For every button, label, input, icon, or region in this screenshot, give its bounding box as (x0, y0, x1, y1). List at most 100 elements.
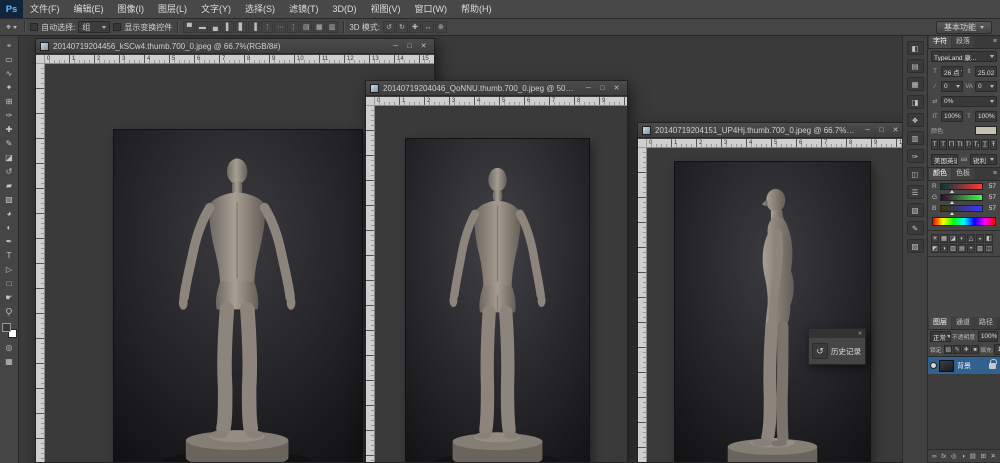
properties-panel-icon[interactable]: ◨ (907, 95, 924, 109)
character-style-button[interactable]: Tt (956, 139, 963, 150)
align-bottom-edges-icon[interactable]: ▄ (209, 21, 221, 33)
tab-paths[interactable]: 路径 (975, 317, 997, 329)
eraser-tool[interactable]: ▰ (2, 179, 16, 192)
adjustment-layer-icon[interactable]: ◑ (961, 453, 965, 460)
panel-menu-icon[interactable]: ≡ (991, 36, 999, 48)
hand-tool[interactable]: ☛ (2, 291, 16, 304)
rectangular-marquee-tool[interactable]: ▭ (2, 53, 16, 66)
layer-group-icon[interactable]: ▤ (970, 452, 976, 460)
history-panel-button[interactable]: ↺ 历史记录 (809, 338, 865, 364)
invert-icon[interactable]: ◓ (967, 244, 975, 253)
distribute-left-edges-icon[interactable]: ▤ (300, 21, 312, 33)
minimize-button[interactable]: ─ (582, 83, 595, 94)
character-style-button[interactable]: T (939, 139, 946, 150)
layer-row-background[interactable]: 背景 (928, 357, 1000, 374)
lock-all-icon[interactable]: ■ (971, 345, 979, 354)
lock-position-icon[interactable]: ✚ (962, 345, 970, 354)
fill-field[interactable]: 100% (994, 344, 1000, 355)
3d-roll-icon[interactable]: ↻ (396, 21, 408, 33)
tab-swatches[interactable]: 色板 (952, 168, 974, 180)
brightness-contrast-icon[interactable]: ☀ (931, 234, 939, 243)
maximize-button[interactable]: □ (596, 83, 609, 94)
navigator-panel-icon[interactable]: ◧ (907, 41, 924, 55)
vibrance-icon[interactable]: △ (967, 234, 975, 243)
green-slider[interactable] (940, 194, 983, 201)
photo-filter-icon[interactable]: ◑ (940, 244, 948, 253)
color-swatches[interactable] (2, 323, 17, 338)
align-top-edges-icon[interactable]: ▀ (183, 21, 195, 33)
layer-thumbnail[interactable] (939, 360, 954, 372)
tool-preset-button[interactable]: ⌖ (4, 22, 19, 33)
spot-healing-brush-tool[interactable]: ✚ (2, 123, 16, 136)
color-lookup-icon[interactable]: ▤ (958, 244, 966, 253)
levels-icon[interactable]: ▦ (940, 234, 948, 243)
notes-panel-icon[interactable]: ✎ (907, 221, 924, 235)
lock-transparent-pixels-icon[interactable]: ▨ (944, 345, 952, 354)
layer-effects-icon[interactable]: fx (941, 453, 946, 460)
window-titlebar[interactable]: 20140719204456_kSCw4.thumb.700_0.jpeg @ … (36, 39, 434, 54)
horizontal-scale-field[interactable]: 100% (975, 111, 997, 122)
gradient-tool[interactable]: ▧ (2, 193, 16, 206)
canvas-area[interactable] (647, 148, 906, 462)
collapse-arrows-icon[interactable]: « (858, 329, 862, 338)
proportional-spacing-select[interactable]: 0% (941, 96, 997, 107)
tab-layers[interactable]: 图层 (929, 317, 951, 329)
curves-icon[interactable]: ◪ (949, 234, 957, 243)
minimize-button[interactable]: ─ (861, 125, 874, 136)
path-selection-tool[interactable]: ▷ (2, 263, 16, 276)
color-balance-icon[interactable]: ◧ (985, 234, 993, 243)
auto-select-dropdown[interactable]: 组 (78, 21, 110, 33)
history-panel-header[interactable]: « (809, 329, 865, 338)
vertical-scale-field[interactable]: 100% (941, 111, 963, 122)
histogram-panel-icon[interactable]: ▦ (907, 77, 924, 91)
red-slider[interactable] (940, 183, 983, 190)
new-layer-icon[interactable]: ⊞ (980, 452, 985, 460)
auto-select-checkbox[interactable] (30, 23, 38, 31)
history-brush-tool[interactable]: ↺ (2, 165, 16, 178)
move-tool[interactable]: ⌖ (2, 39, 16, 52)
lasso-tool[interactable]: ∿ (2, 67, 16, 80)
screen-mode-button[interactable]: ▦ (2, 355, 16, 368)
brush-tool[interactable]: ✎ (2, 137, 16, 150)
tab-character[interactable]: 字符 (929, 36, 951, 48)
distribute-top-edges-icon[interactable]: ⋮ (261, 21, 273, 33)
menu-item[interactable]: 滤镜(T) (282, 0, 326, 18)
photo-front-view[interactable] (114, 130, 362, 462)
menu-item[interactable]: 选择(S) (238, 0, 282, 18)
styles-panel-icon[interactable]: ❖ (907, 113, 924, 127)
blend-mode-select[interactable]: 正常 (930, 331, 951, 342)
font-size-select[interactable]: 26 点 (941, 66, 963, 77)
tab-channels[interactable]: 通道 (952, 317, 974, 329)
align-left-edges-icon[interactable]: ▌ (222, 21, 234, 33)
paragraph-panel-icon[interactable]: ☰ (907, 185, 924, 199)
tab-color[interactable]: 颜色 (929, 168, 951, 180)
window-titlebar[interactable]: 20140719204046_QoNNU.thumb.700_0.jpeg @ … (366, 81, 627, 96)
kerning-select[interactable]: 0 (941, 81, 963, 92)
type-tool[interactable]: T (2, 249, 16, 262)
distribute-horizontal-centers-icon[interactable]: ▦ (313, 21, 325, 33)
quick-mask-button[interactable]: ◎ (2, 341, 16, 354)
menu-item[interactable]: 文字(Y) (194, 0, 238, 18)
3d-scale-icon[interactable]: ⊕ (435, 21, 447, 33)
panel-menu-icon[interactable]: ≡ (991, 168, 999, 180)
distribute-bottom-edges-icon[interactable]: ⋮ (287, 21, 299, 33)
distribute-vertical-centers-icon[interactable]: ⋯ (274, 21, 286, 33)
canvas-area[interactable] (375, 106, 627, 462)
rectangle-tool[interactable]: □ (2, 277, 16, 290)
language-select[interactable]: 美国英语 (931, 154, 958, 165)
opacity-field[interactable]: 100% (978, 331, 998, 342)
glyphs-panel-icon[interactable]: ▧ (907, 203, 924, 217)
menu-item[interactable]: 3D(D) (326, 0, 364, 18)
close-button[interactable]: ✕ (417, 41, 430, 52)
character-style-button[interactable]: Ŧ (990, 139, 997, 150)
text-color-swatch[interactable] (975, 126, 997, 135)
align-vertical-centers-icon[interactable]: ▬ (196, 21, 208, 33)
align-right-edges-icon[interactable]: ▐ (248, 21, 260, 33)
blue-slider[interactable] (940, 205, 983, 212)
timeline-panel-icon[interactable]: ▨ (907, 239, 924, 253)
menu-item[interactable]: 视图(V) (364, 0, 408, 18)
menu-item[interactable]: 文件(F) (23, 0, 67, 18)
zoom-tool[interactable]: Ϙ (2, 305, 16, 318)
maximize-button[interactable]: □ (875, 125, 888, 136)
menu-item[interactable]: 窗口(W) (408, 0, 455, 18)
